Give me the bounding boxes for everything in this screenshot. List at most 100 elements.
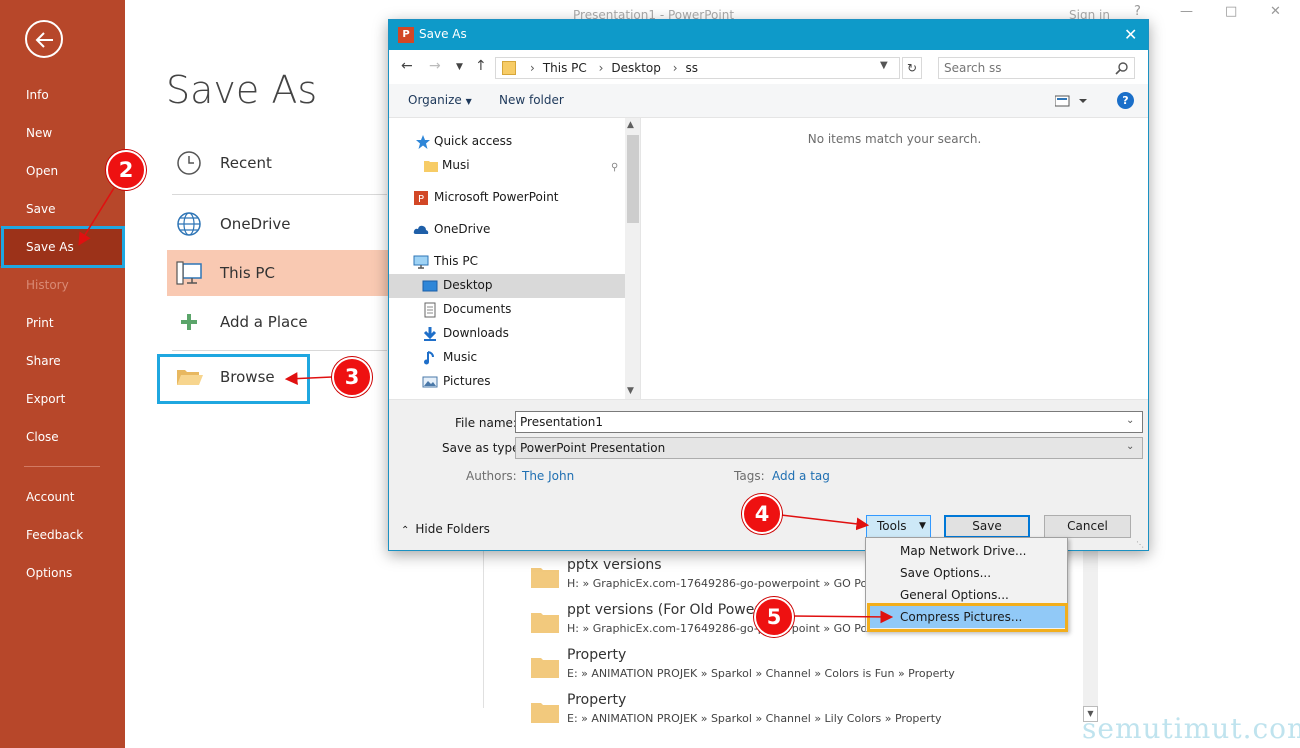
tree-item-musi[interactable]: Musi ⚲: [389, 154, 625, 178]
help-icon[interactable]: ?: [1117, 92, 1134, 109]
cancel-button[interactable]: Cancel: [1044, 515, 1131, 538]
search-input[interactable]: [944, 61, 1104, 75]
sidebar-item-close[interactable]: Close: [0, 418, 125, 456]
tree-item-this-pc[interactable]: This PC: [389, 250, 625, 274]
authors-value[interactable]: The John: [522, 469, 574, 483]
star-icon: [416, 135, 430, 149]
tree-item-documents[interactable]: Documents: [389, 298, 625, 322]
forward-icon[interactable]: →: [429, 58, 441, 74]
location-add-a-place[interactable]: Add a Place: [167, 299, 389, 345]
dialog-title-bar[interactable]: P Save As ✕: [389, 20, 1148, 50]
pictures-icon: [422, 376, 438, 388]
sidebar-item-feedback[interactable]: Feedback: [0, 516, 125, 554]
tools-label: Tools: [877, 519, 907, 533]
location-onedrive[interactable]: OneDrive: [167, 201, 389, 247]
sidebar-item-info[interactable]: Info: [0, 76, 125, 114]
location-label: This PC: [220, 264, 275, 282]
location-label: OneDrive: [220, 215, 291, 233]
location-divider: [172, 194, 387, 195]
save-button[interactable]: Save: [944, 515, 1030, 538]
tags-label: Tags:: [734, 469, 765, 483]
save-as-dialog: P Save As ✕ ← → ▼ ↑ › This PC › Desktop › s…: [388, 19, 1149, 551]
menu-item-map-network-drive[interactable]: Map Network Drive...: [868, 540, 1065, 562]
address-bar[interactable]: › This PC › Desktop › ss ▼: [495, 57, 900, 79]
chevron-down-icon[interactable]: ⌄: [1126, 441, 1134, 452]
recent-scrollbar[interactable]: [1083, 540, 1098, 722]
back-arrow-icon[interactable]: [25, 20, 63, 58]
close-window-icon[interactable]: ✕: [1270, 4, 1281, 19]
recent-folder-path: H: » GraphicEx.com-17649286-go-powerpoin…: [567, 622, 888, 635]
plus-icon: [181, 314, 197, 330]
breadcrumb-item[interactable]: This PC: [543, 61, 587, 75]
browse-highlight-box: [157, 354, 310, 404]
file-list-pane[interactable]: No items match your search.: [641, 118, 1148, 399]
cloud-icon: [413, 225, 429, 234]
tree-item-quick-access[interactable]: Quick access: [389, 130, 625, 154]
tree-item-label: Downloads: [443, 326, 509, 340]
save-as-highlight-box: [1, 226, 125, 268]
chevron-down-icon[interactable]: ⌄: [1126, 415, 1134, 426]
breadcrumb-item[interactable]: ss: [686, 61, 699, 75]
save-type-select[interactable]: PowerPoint Presentation ⌄: [515, 437, 1143, 459]
location-recent[interactable]: Recent: [167, 140, 389, 186]
desktop-icon: [422, 280, 438, 292]
globe-icon: [177, 212, 201, 236]
organize-button[interactable]: Organize ▼: [408, 93, 472, 107]
recent-folder-path: E: » ANIMATION PROJEK » Sparkol » Channe…: [567, 667, 955, 680]
sidebar-item-account[interactable]: Account: [0, 478, 125, 516]
minimize-icon[interactable]: —: [1180, 4, 1193, 19]
menu-item-save-options[interactable]: Save Options...: [868, 562, 1065, 584]
close-icon[interactable]: ✕: [1124, 25, 1137, 44]
tree-item-onedrive[interactable]: OneDrive: [389, 218, 625, 242]
help-title-icon[interactable]: ?: [1134, 4, 1141, 19]
file-name-label: File name:: [455, 416, 517, 430]
save-type-value: PowerPoint Presentation: [520, 441, 666, 455]
scroll-up-icon[interactable]: ▲: [627, 120, 634, 130]
sidebar-item-options[interactable]: Options: [0, 554, 125, 592]
up-icon[interactable]: ↑: [475, 58, 487, 74]
folder-icon: [502, 61, 516, 75]
sidebar-item-new[interactable]: New: [0, 114, 125, 152]
search-icon[interactable]: [1115, 61, 1129, 75]
tree-item-desktop[interactable]: Desktop: [389, 274, 625, 298]
view-options-button[interactable]: [1054, 93, 1091, 109]
tree-item-downloads[interactable]: Downloads: [389, 322, 625, 346]
resize-grip-icon[interactable]: ⋱: [1136, 540, 1144, 549]
breadcrumb: › This PC › Desktop › ss: [530, 61, 699, 75]
tags-value[interactable]: Add a tag: [772, 469, 830, 483]
hide-folders-button[interactable]: ⌃ Hide Folders: [401, 522, 490, 536]
download-icon: [423, 327, 437, 341]
recent-folder-path: E: » ANIMATION PROJEK » Sparkol » Channe…: [567, 712, 942, 725]
location-this-pc[interactable]: This PC: [167, 250, 389, 296]
new-folder-button[interactable]: New folder: [499, 93, 564, 107]
tree-item-music[interactable]: Music: [389, 346, 625, 370]
callout-step-5: 5: [754, 597, 794, 637]
back-icon[interactable]: ←: [401, 58, 413, 74]
breadcrumb-item[interactable]: Desktop: [611, 61, 661, 75]
scroll-down-icon[interactable]: ▼: [627, 386, 634, 396]
chevron-down-icon[interactable]: ▼: [880, 60, 888, 71]
navigation-scrollbar[interactable]: ▲ ▼: [625, 118, 640, 399]
recent-locations-icon[interactable]: ▼: [456, 62, 463, 72]
file-name-field[interactable]: Presentation1 ⌄: [515, 411, 1143, 433]
sidebar-item-export[interactable]: Export: [0, 380, 125, 418]
sidebar-item-share[interactable]: Share: [0, 342, 125, 380]
pin-icon[interactable]: ⚲: [611, 162, 618, 173]
tree-item-pictures[interactable]: Pictures: [389, 370, 625, 394]
sidebar-item-print[interactable]: Print: [0, 304, 125, 342]
computer-icon: [413, 255, 429, 269]
authors-label: Authors:: [466, 469, 517, 483]
maximize-icon[interactable]: □: [1225, 4, 1237, 19]
hide-folders-label: Hide Folders: [415, 522, 490, 536]
tree-item-microsoft-powerpoint[interactable]: P Microsoft PowerPoint: [389, 186, 625, 210]
recent-folder-row[interactable]: Property E: » ANIMATION PROJEK » Sparkol…: [528, 692, 1068, 737]
folder-icon: [531, 658, 559, 678]
sidebar-divider: [24, 466, 100, 467]
refresh-icon[interactable]: ↻: [902, 57, 922, 79]
scrollbar-thumb[interactable]: [627, 135, 639, 223]
location-label: Add a Place: [220, 313, 308, 331]
tree-item-label: This PC: [434, 254, 478, 268]
sidebar-item-save[interactable]: Save: [0, 190, 125, 228]
tools-button[interactable]: Tools ▼: [866, 515, 931, 538]
recent-folder-row[interactable]: Property E: » ANIMATION PROJEK » Sparkol…: [528, 647, 1068, 692]
